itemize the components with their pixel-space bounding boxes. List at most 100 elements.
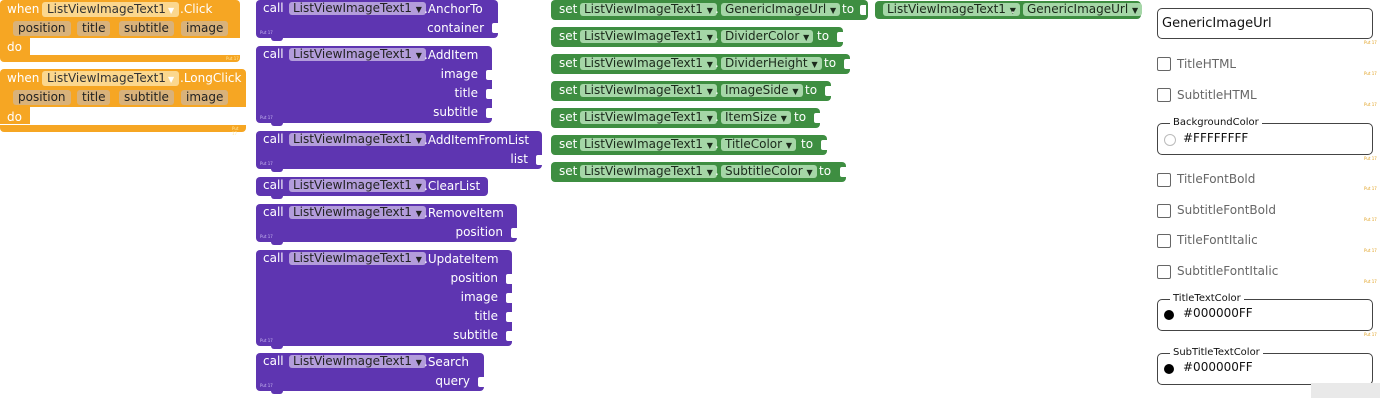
value-socket[interactable] (814, 113, 820, 123)
do-keyword: do (7, 110, 22, 124)
property-name: GenericImageUrl (1027, 2, 1129, 16)
setter-block-subtitlecolor[interactable]: set ListViewImageText1 ▼ . SubtitleColor… (551, 162, 846, 182)
setter-block-genericimageurl[interactable]: set ListViewImageText1 ▼ . GenericImageU… (551, 0, 868, 20)
do-statement-slot[interactable] (30, 108, 246, 125)
setter-block-dividerheight[interactable]: set ListViewImageText1 ▼ . DividerHeight… (551, 54, 850, 74)
title-font-bold-checkbox[interactable] (1157, 173, 1171, 187)
param-title[interactable]: title (77, 90, 111, 105)
title-font-bold-label: TitleFontBold (1177, 172, 1256, 186)
component-dropdown[interactable]: ListViewImageText1 ▼ (580, 57, 717, 70)
param-subtitle[interactable]: subtitle (119, 90, 174, 105)
method-name: .AddItemFromList (424, 133, 530, 147)
component-dropdown[interactable]: ListViewImageText1 ▼ (289, 133, 426, 146)
arg-socket[interactable] (478, 377, 484, 387)
arg-socket[interactable] (511, 228, 517, 238)
call-keyword: call (263, 251, 284, 265)
method-block-additemfromlist[interactable]: call ListViewImageText1 ▼ .AddItemFromLi… (256, 131, 542, 172)
arg-socket[interactable] (492, 23, 498, 33)
block-tag: Put 17 (232, 126, 239, 136)
param-image[interactable]: image (181, 21, 229, 36)
value-socket[interactable] (860, 5, 866, 15)
component-dropdown[interactable]: ListViewImageText1 ▼ (289, 206, 426, 219)
method-block-search[interactable]: call ListViewImageText1 ▼ .Search query … (256, 353, 484, 394)
component-dropdown[interactable]: ListViewImageText1 ▼ (289, 48, 426, 61)
param-position[interactable]: position (13, 90, 71, 105)
component-dropdown[interactable]: ListViewImageText1 ▼ (289, 355, 426, 368)
event-block-longclick[interactable]: when ListViewImageText1 ▼ .LongClick posi… (0, 69, 246, 136)
property-dropdown[interactable]: DividerColor ▼ (721, 30, 814, 43)
dot-separator: . (715, 83, 719, 97)
subtitle-text-color-field[interactable]: SubTitleTextColor #000000FF (1157, 346, 1373, 385)
setter-block-itemsize[interactable]: set ListViewImageText1 ▼ . ItemSize ▼ to (551, 108, 820, 128)
arg-socket[interactable] (486, 89, 492, 99)
value-socket[interactable] (844, 59, 850, 69)
method-name: .RemoveItem (424, 206, 504, 220)
title-font-italic-checkbox[interactable] (1157, 234, 1171, 248)
property-dropdown[interactable]: ItemSize ▼ (721, 111, 791, 124)
title-html-checkbox[interactable] (1157, 57, 1171, 71)
param-image[interactable]: image (181, 90, 229, 105)
component-dropdown[interactable]: ListViewImageText1 ▼ (289, 179, 426, 192)
property-dropdown[interactable]: TitleColor ▼ (721, 138, 797, 151)
arg-socket[interactable] (506, 293, 512, 303)
param-title[interactable]: title (77, 21, 111, 36)
component-dropdown[interactable]: ListViewImageText1 ▼ (883, 3, 1020, 16)
property-name: ItemSize (725, 110, 777, 124)
component-dropdown[interactable]: ListViewImageText1 ▼ (42, 71, 180, 86)
method-block-clearlist[interactable]: call ListViewImageText1 ▼ .ClearList (256, 177, 488, 199)
chevron-down-icon: ▼ (706, 141, 713, 150)
component-dropdown[interactable]: ListViewImageText1 ▼ (580, 30, 717, 43)
method-block-anchorto[interactable]: call ListViewImageText1 ▼ .AnchorTo cont… (256, 0, 498, 41)
component-dropdown[interactable]: ListViewImageText1 ▼ (289, 2, 426, 15)
param-position[interactable]: position (13, 21, 71, 36)
method-block-removeitem[interactable]: call ListViewImageText1 ▼ .RemoveItem po… (256, 204, 517, 245)
property-dropdown[interactable]: DividerHeight ▼ (721, 57, 822, 70)
value-socket[interactable] (821, 140, 827, 150)
arg-socket[interactable] (506, 331, 512, 341)
background-color-field[interactable]: BackgroundColor #FFFFFFFF (1157, 116, 1373, 155)
do-statement-slot[interactable] (30, 38, 240, 55)
value-socket[interactable] (825, 86, 831, 96)
field-tag: Put 17 (1364, 40, 1377, 45)
getter-block-genericimageurl[interactable]: ListViewImageText1 ▼ . GenericImageUrl ▼ (875, 1, 1143, 19)
subtitle-html-checkbox[interactable] (1157, 88, 1171, 102)
property-dropdown[interactable]: GenericImageUrl ▼ (1023, 2, 1143, 16)
property-dropdown[interactable]: SubtitleColor ▼ (721, 165, 817, 178)
component-dropdown[interactable]: ListViewImageText1 ▼ (289, 252, 426, 265)
arg-label: image (440, 67, 478, 81)
field-tag: Put 17 (1364, 217, 1377, 222)
event-block-click[interactable]: when ListViewImageText1 ▼ .Click position… (0, 0, 240, 62)
title-text-color-field[interactable]: TitleTextColor #000000FF (1157, 292, 1373, 331)
arg-socket[interactable] (506, 312, 512, 322)
component-name: ListViewImageText1 (293, 178, 412, 192)
component-dropdown[interactable]: ListViewImageText1 ▼ (580, 111, 717, 124)
param-subtitle[interactable]: subtitle (119, 21, 174, 36)
property-dropdown[interactable]: ImageSide ▼ (721, 84, 803, 97)
value-socket[interactable] (840, 167, 846, 177)
value-socket[interactable] (837, 32, 843, 42)
background-color-value: #FFFFFFFF (1183, 131, 1249, 145)
component-dropdown[interactable]: ListViewImageText1 ▼ (580, 3, 717, 16)
chevron-down-icon: ▼ (167, 6, 175, 15)
component-dropdown[interactable]: ListViewImageText1 ▼ (42, 2, 180, 17)
component-dropdown[interactable]: ListViewImageText1 ▼ (580, 138, 717, 151)
component-name: ListViewImageText1 (293, 132, 412, 146)
arg-label: query (435, 374, 470, 388)
property-dropdown[interactable]: GenericImageUrl ▼ (721, 3, 841, 16)
generic-image-url-field[interactable]: GenericImageUrl (1157, 8, 1373, 39)
component-dropdown[interactable]: ListViewImageText1 ▼ (580, 84, 717, 97)
arg-socket[interactable] (486, 108, 492, 118)
subtitle-font-bold-checkbox[interactable] (1157, 204, 1171, 218)
arg-socket[interactable] (536, 155, 542, 165)
arg-socket[interactable] (486, 70, 492, 80)
method-block-updateitem[interactable]: call ListViewImageText1 ▼ .UpdateItem po… (256, 250, 512, 349)
component-dropdown[interactable]: ListViewImageText1 ▼ (580, 165, 717, 178)
method-block-additem[interactable]: call ListViewImageText1 ▼ .AddItem image… (256, 46, 492, 126)
arg-socket[interactable] (506, 274, 512, 284)
subtitle-font-italic-checkbox[interactable] (1157, 265, 1171, 279)
chevron-down-icon: ▼ (803, 33, 810, 42)
setter-block-dividercolor[interactable]: set ListViewImageText1 ▼ . DividerColor … (551, 27, 843, 47)
property-name: DividerHeight (725, 56, 808, 70)
setter-block-titlecolor[interactable]: set ListViewImageText1 ▼ . TitleColor ▼ … (551, 135, 827, 155)
setter-block-imageside[interactable]: set ListViewImageText1 ▼ . ImageSide ▼ t… (551, 81, 831, 101)
